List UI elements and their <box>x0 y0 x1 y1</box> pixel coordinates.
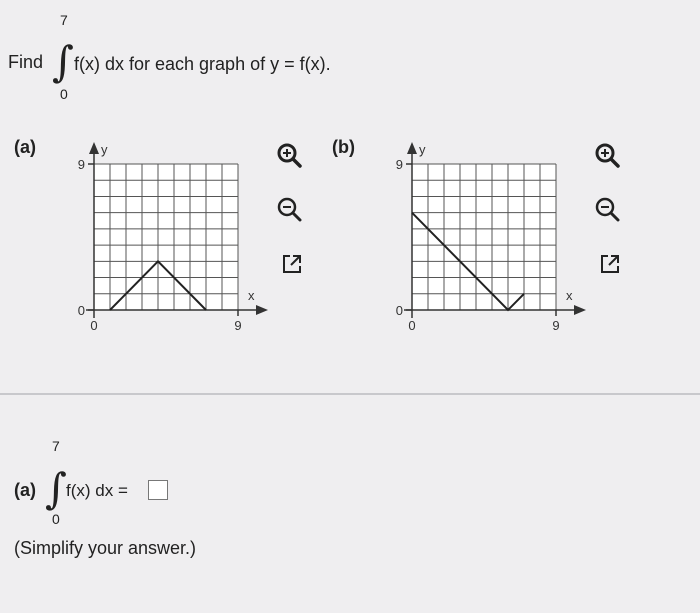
zoom-out-icon <box>277 197 302 222</box>
external-link-icon <box>283 255 301 273</box>
open-graph-button-a[interactable] <box>280 252 304 281</box>
plot-area <box>412 164 556 310</box>
zoom-out-button-b[interactable] <box>594 196 620 227</box>
x-axis-arrow <box>574 305 586 315</box>
y-axis-label: y <box>101 142 108 157</box>
plot-area <box>94 164 238 310</box>
zoom-in-button-b[interactable] <box>594 142 620 173</box>
y-tick-label-max: 9 <box>396 157 403 172</box>
answer-hint: (Simplify your answer.) <box>14 538 197 558</box>
open-graph-button-b[interactable] <box>598 252 622 281</box>
x-axis-arrow <box>256 305 268 315</box>
zoom-in-icon <box>595 143 620 168</box>
answer-integral-sign: ∫ <box>45 464 67 513</box>
graph-b-label: (b) <box>332 137 355 157</box>
x-tick-label-max: 9 <box>552 318 559 333</box>
graph-b: yx900 9 <box>396 142 586 333</box>
y-tick-label-max: 9 <box>78 157 85 172</box>
y-tick-label-zero: 0 <box>78 303 85 318</box>
zoom-in-icon <box>277 143 302 168</box>
question-integrand: f(x) dx for each graph of y = f(x). <box>74 54 331 74</box>
answer-lower-limit: 0 <box>52 511 60 527</box>
graph-a-label: (a) <box>14 137 36 157</box>
x-tick-label-zero: 0 <box>90 318 97 333</box>
section-divider <box>0 393 700 395</box>
answer-integrand: f(x) dx = <box>66 481 128 500</box>
external-link-icon <box>601 255 619 273</box>
y-axis-label: y <box>419 142 426 157</box>
graph-a: yx900 9 <box>78 142 268 333</box>
zoom-out-button-a[interactable] <box>276 196 302 227</box>
x-tick-label-max: 9 <box>234 318 241 333</box>
x-axis-label: x <box>566 288 573 303</box>
zoom-out-icon <box>595 197 620 222</box>
x-tick-label-zero: 0 <box>408 318 415 333</box>
answer-label: (a) <box>14 480 36 500</box>
answer-upper-limit: 7 <box>52 438 60 454</box>
answer-input[interactable] <box>148 480 168 500</box>
question-upper-limit: 7 <box>60 12 68 28</box>
question-prefix: Find <box>8 52 44 72</box>
integral-sign: ∫ <box>52 37 74 86</box>
y-tick-label-zero: 0 <box>396 303 403 318</box>
y-axis-arrow <box>407 142 417 154</box>
x-axis-label: x <box>248 288 255 303</box>
y-axis-arrow <box>89 142 99 154</box>
zoom-in-button-a[interactable] <box>276 142 302 173</box>
question-lower-limit: 0 <box>60 86 68 102</box>
